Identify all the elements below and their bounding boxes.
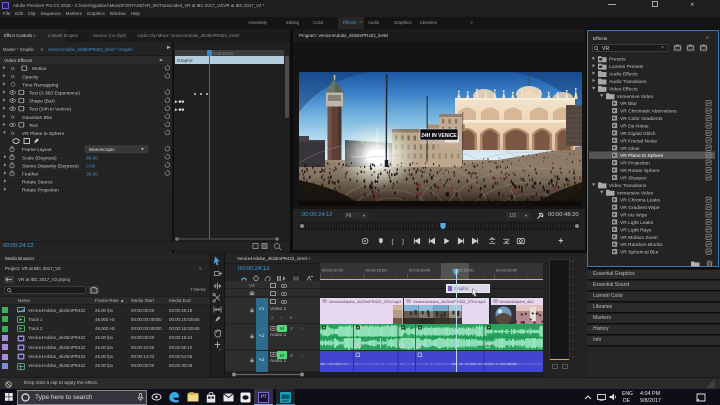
svg-text:Video Effects: Video Effects [609,86,638,92]
svg-text:Feather: Feather [22,171,39,177]
svg-text:VR Light Leaks: VR Light Leaks [620,220,654,226]
svg-text:VR Sharpen: VR Sharpen [620,175,647,181]
svg-text:VR Projection: VR Projection [620,161,650,167]
svg-text:VR De-Noise: VR De-Noise [620,123,649,129]
svg-text:A DAY IN THE LIFE OF THE CITY: A DAY IN THE LIFE OF THE CITY [420,141,457,144]
svg-text:00:00:15:00: 00:00:15:00 [366,268,388,273]
svg-text:30.00: 30.00 [86,171,98,177]
svg-text:Motion: Motion [32,66,47,72]
svg-text:Gaussian Blur: Gaussian Blur [22,115,53,121]
svg-text:Monoscopic: Monoscopic [89,147,115,153]
svg-text:Text: Text [29,123,38,129]
svg-text:Video Transitions: Video Transitions [609,183,647,189]
svg-text:Rotate Projection: Rotate Projection [22,188,59,194]
svg-text:VR Gradient Wipe: VR Gradient Wipe [620,205,660,211]
svg-text:Immersive Video: Immersive Video [617,190,654,196]
svg-text:VR Spherical Blur: VR Spherical Blur [620,250,659,256]
svg-text:Audio Transitions: Audio Transitions [609,79,647,85]
svg-text:Opacity: Opacity [22,74,39,80]
svg-text:fx: fx [11,66,15,72]
svg-text:Presets: Presets [609,57,626,63]
svg-text:00:00:20:00: 00:00:20:00 [409,268,431,273]
svg-text:Lumetri Presets: Lumetri Presets [609,64,644,70]
svg-text:VR Fractal Noise: VR Fractal Noise [620,138,657,144]
svg-text:fx: fx [11,115,15,121]
svg-text:VR Plane to Sphere: VR Plane to Sphere [620,153,664,159]
svg-text:VR Digital Glitch: VR Digital Glitch [620,131,656,137]
svg-text:Scale (Degrees): Scale (Degrees) [22,155,57,161]
svg-text:VR Light Rays: VR Light Rays [620,227,652,233]
svg-text:24H IN VENICE: 24H IN VENICE [421,132,457,138]
svg-text:VR Chroma Leaks: VR Chroma Leaks [620,198,661,204]
svg-text:{: { [391,239,393,246]
svg-text:fx: fx [11,74,15,80]
svg-text:VR Iris Wipe: VR Iris Wipe [620,213,647,219]
svg-text:VR Glow: VR Glow [620,146,640,152]
svg-text:Time Remapping: Time Remapping [22,82,59,88]
svg-text:Shape (Bar): Shape (Bar) [29,99,55,105]
svg-text:VR Plane to Sphere: VR Plane to Sphere [22,131,65,137]
svg-text:Text (24h in Venice): Text (24h in Venice) [29,107,72,113]
svg-text:0.00: 0.00 [86,163,96,169]
svg-text:Text (A 360 Experience): Text (A 360 Experience) [29,90,80,96]
svg-text:Video Effects: Video Effects [4,58,33,64]
svg-text:00:00:10:00: 00:00:10:00 [322,268,344,273]
svg-text:fx: fx [11,131,15,137]
svg-text:VR Random Blocks: VR Random Blocks [620,242,663,248]
svg-text:}: } [402,239,404,246]
svg-text:Audio Effects: Audio Effects [609,72,638,78]
svg-text:60.00: 60.00 [86,155,98,161]
svg-text:VR Rotate Sphere: VR Rotate Sphere [620,168,660,174]
svg-text:Immersive Video: Immersive Video [617,94,654,100]
svg-text:00:00:30:00: 00:00:30:00 [496,268,518,273]
svg-text:VR Blur: VR Blur [620,101,637,107]
svg-text:Stereo Disparity (Degrees): Stereo Disparity (Degrees) [22,163,79,169]
svg-text:Frame Layout: Frame Layout [22,147,52,153]
svg-text:VR Chromatic Aberrations: VR Chromatic Aberrations [620,109,677,115]
svg-text:Rotate Source: Rotate Source [22,180,53,186]
svg-text:VR Mobius Zoom: VR Mobius Zoom [620,235,658,241]
svg-text:VR Color Gradients: VR Color Gradients [620,116,663,122]
